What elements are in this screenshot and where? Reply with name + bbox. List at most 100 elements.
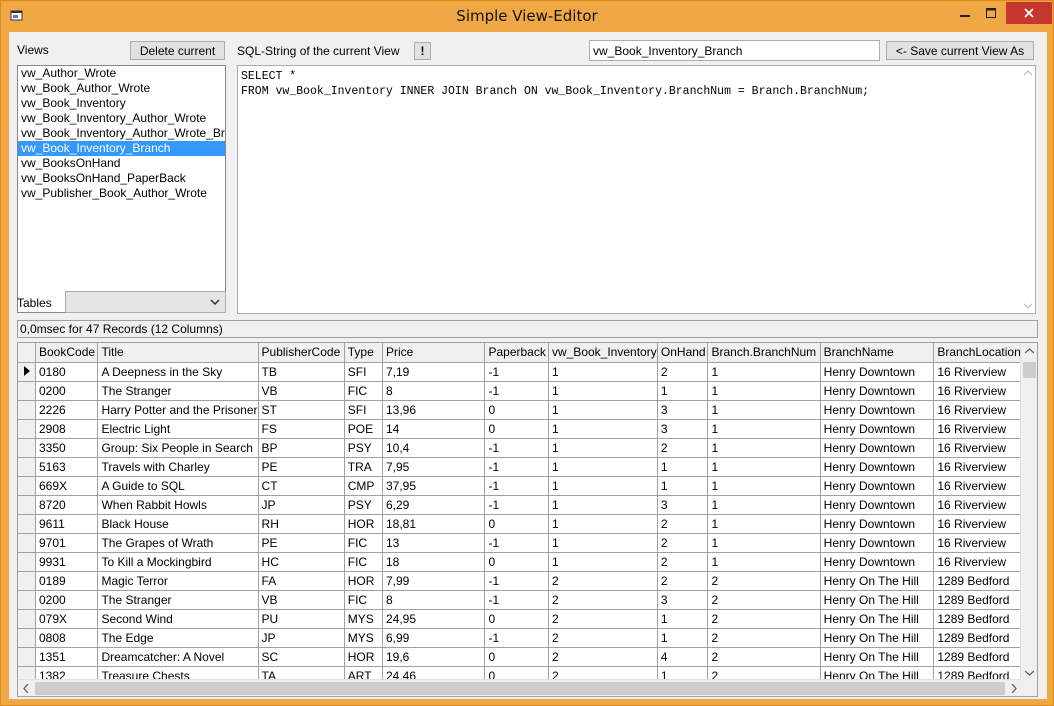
table-cell[interactable]: 2226 bbox=[35, 400, 99, 420]
table-cell[interactable]: 3 bbox=[657, 590, 709, 610]
table-cell[interactable]: 6,29 bbox=[382, 495, 486, 515]
table-cell[interactable]: TRA bbox=[344, 457, 384, 477]
table-cell[interactable]: Electric Light bbox=[97, 419, 259, 439]
table-cell[interactable]: SFI bbox=[344, 362, 384, 382]
grid-horizontal-scrollbar[interactable] bbox=[18, 679, 1022, 696]
views-list-item[interactable]: vw_Book_Inventory bbox=[18, 96, 225, 111]
views-list-item[interactable]: vw_Book_Author_Wrote bbox=[18, 81, 225, 96]
table-cell[interactable]: 2 bbox=[707, 609, 821, 629]
table-row[interactable]: 9931 To Kill a Mockingbird HC FIC 18 0 1 2 1 Henr… bbox=[18, 552, 1037, 572]
table-row[interactable]: 669X A Guide to SQL CT CMP 37,95 -1 1 1 1 Henry D… bbox=[18, 476, 1037, 496]
table-cell[interactable]: 2 bbox=[657, 533, 709, 553]
table-cell[interactable]: 1 bbox=[657, 628, 709, 648]
table-row[interactable]: 8720 When Rabbit Howls JP PSY 6,29 -1 1 3 1 Henry… bbox=[18, 495, 1037, 515]
table-cell[interactable]: 0189 bbox=[35, 571, 99, 591]
table-cell[interactable]: -1 bbox=[484, 476, 549, 496]
table-cell[interactable]: 2 bbox=[548, 647, 658, 667]
table-cell[interactable]: 19,6 bbox=[382, 647, 486, 667]
view-name-input[interactable]: vw_Book_Inventory_Branch bbox=[589, 40, 880, 61]
table-cell[interactable]: The Edge bbox=[97, 628, 259, 648]
table-row[interactable]: 0808 The Edge JP MYS 6,99 -1 2 1 2 Henry On The H… bbox=[18, 628, 1037, 648]
table-cell[interactable]: 0180 bbox=[35, 362, 99, 382]
table-cell[interactable]: 1 bbox=[548, 533, 658, 553]
table-cell[interactable]: 1 bbox=[707, 400, 821, 420]
table-cell[interactable]: 669X bbox=[35, 476, 99, 496]
table-cell[interactable]: Henry Downtown bbox=[820, 400, 935, 420]
views-list-item[interactable]: vw_Book_Inventory_Branch bbox=[18, 141, 225, 156]
table-cell[interactable]: 1 bbox=[548, 419, 658, 439]
row-indicator[interactable] bbox=[18, 647, 36, 667]
table-cell[interactable]: Group: Six People in Search bbox=[97, 438, 259, 458]
table-row[interactable]: 0189 Magic Terror FA HOR 7,99 -1 2 2 2 Henry On T… bbox=[18, 571, 1037, 591]
table-row[interactable]: 0200 The Stranger VB FIC 8 -1 2 3 2 Henry On The … bbox=[18, 590, 1037, 610]
table-cell[interactable]: PSY bbox=[344, 495, 384, 515]
table-cell[interactable]: 9931 bbox=[35, 552, 99, 572]
column-header[interactable]: vw_Book_Inventory bbox=[548, 343, 658, 363]
table-row[interactable]: 0200 The Stranger VB FIC 8 -1 1 1 1 Henry Downtow… bbox=[18, 381, 1037, 401]
table-cell[interactable]: 3 bbox=[657, 400, 709, 420]
table-cell[interactable]: Henry On The Hill bbox=[820, 590, 935, 610]
table-cell[interactable]: 2 bbox=[707, 571, 821, 591]
table-cell[interactable]: HOR bbox=[344, 514, 384, 534]
tables-select[interactable] bbox=[65, 291, 226, 313]
views-list-item[interactable]: vw_Book_Inventory_Author_Wrote_Br bbox=[18, 126, 225, 141]
table-cell[interactable]: Harry Potter and the Prisoner bbox=[97, 400, 259, 420]
table-cell[interactable]: 7,19 bbox=[382, 362, 486, 382]
column-header[interactable]: Type bbox=[344, 343, 384, 363]
table-row[interactable]: 0180 A Deepness in the Sky TB SFI 7,19 -1 1 2 1 H… bbox=[18, 362, 1037, 382]
table-cell[interactable]: -1 bbox=[484, 571, 549, 591]
grid-vertical-scrollbar[interactable] bbox=[1020, 343, 1037, 681]
row-indicator[interactable] bbox=[18, 476, 36, 496]
table-cell[interactable]: 0 bbox=[484, 552, 549, 572]
table-cell[interactable]: 1 bbox=[548, 495, 658, 515]
views-list-item[interactable]: vw_Author_Wrote bbox=[18, 66, 225, 81]
table-cell[interactable]: 7,99 bbox=[382, 571, 486, 591]
table-cell[interactable]: 1 bbox=[707, 533, 821, 553]
table-cell[interactable]: FIC bbox=[344, 552, 384, 572]
table-cell[interactable]: SC bbox=[258, 647, 345, 667]
table-cell[interactable]: 2 bbox=[657, 362, 709, 382]
table-cell[interactable]: 3 bbox=[657, 419, 709, 439]
table-cell[interactable]: 4 bbox=[657, 647, 709, 667]
table-cell[interactable]: To Kill a Mockingbird bbox=[97, 552, 259, 572]
row-indicator[interactable] bbox=[18, 495, 36, 515]
table-cell[interactable]: 1 bbox=[657, 476, 709, 496]
table-cell[interactable]: 2 bbox=[657, 514, 709, 534]
table-cell[interactable]: 24,95 bbox=[382, 609, 486, 629]
table-cell[interactable]: 10,4 bbox=[382, 438, 486, 458]
table-cell[interactable]: RH bbox=[258, 514, 345, 534]
table-cell[interactable]: JP bbox=[258, 628, 345, 648]
table-cell[interactable]: 2908 bbox=[35, 419, 99, 439]
table-cell[interactable]: 1351 bbox=[35, 647, 99, 667]
table-row[interactable]: 079X Second Wind PU MYS 24,95 0 2 1 2 Henry On Th… bbox=[18, 609, 1037, 629]
table-cell[interactable]: 1 bbox=[707, 457, 821, 477]
table-cell[interactable]: Henry Downtown bbox=[820, 476, 935, 496]
table-cell[interactable]: When Rabbit Howls bbox=[97, 495, 259, 515]
column-header[interactable]: BranchName bbox=[820, 343, 935, 363]
table-cell[interactable]: -1 bbox=[484, 457, 549, 477]
table-cell[interactable]: 8 bbox=[382, 381, 486, 401]
table-cell[interactable]: Henry Downtown bbox=[820, 362, 935, 382]
table-cell[interactable]: Henry Downtown bbox=[820, 514, 935, 534]
sql-scrollbar[interactable] bbox=[1021, 66, 1035, 313]
table-cell[interactable]: HC bbox=[258, 552, 345, 572]
minimize-button[interactable] bbox=[952, 2, 978, 24]
column-header[interactable]: Title bbox=[97, 343, 259, 363]
table-row[interactable]: 5163 Travels with Charley PE TRA 7,95 -1 1 1 1 He… bbox=[18, 457, 1037, 477]
views-list-item[interactable]: vw_BooksOnHand bbox=[18, 156, 225, 171]
row-indicator[interactable] bbox=[18, 514, 36, 534]
table-cell[interactable]: POE bbox=[344, 419, 384, 439]
sql-editor[interactable]: SELECT * FROM vw_Book_Inventory INNER JO… bbox=[237, 65, 1036, 314]
table-cell[interactable]: 0200 bbox=[35, 381, 99, 401]
table-cell[interactable]: 1 bbox=[707, 362, 821, 382]
scroll-right-icon[interactable] bbox=[1011, 684, 1017, 693]
table-cell[interactable]: 2 bbox=[548, 571, 658, 591]
row-indicator[interactable] bbox=[18, 457, 36, 477]
table-cell[interactable]: TB bbox=[258, 362, 345, 382]
row-indicator[interactable] bbox=[18, 628, 36, 648]
table-cell[interactable]: 0 bbox=[484, 514, 549, 534]
table-cell[interactable]: -1 bbox=[484, 590, 549, 610]
scroll-down-icon[interactable] bbox=[1025, 670, 1034, 676]
table-cell[interactable]: The Stranger bbox=[97, 590, 259, 610]
table-cell[interactable]: 2 bbox=[548, 590, 658, 610]
